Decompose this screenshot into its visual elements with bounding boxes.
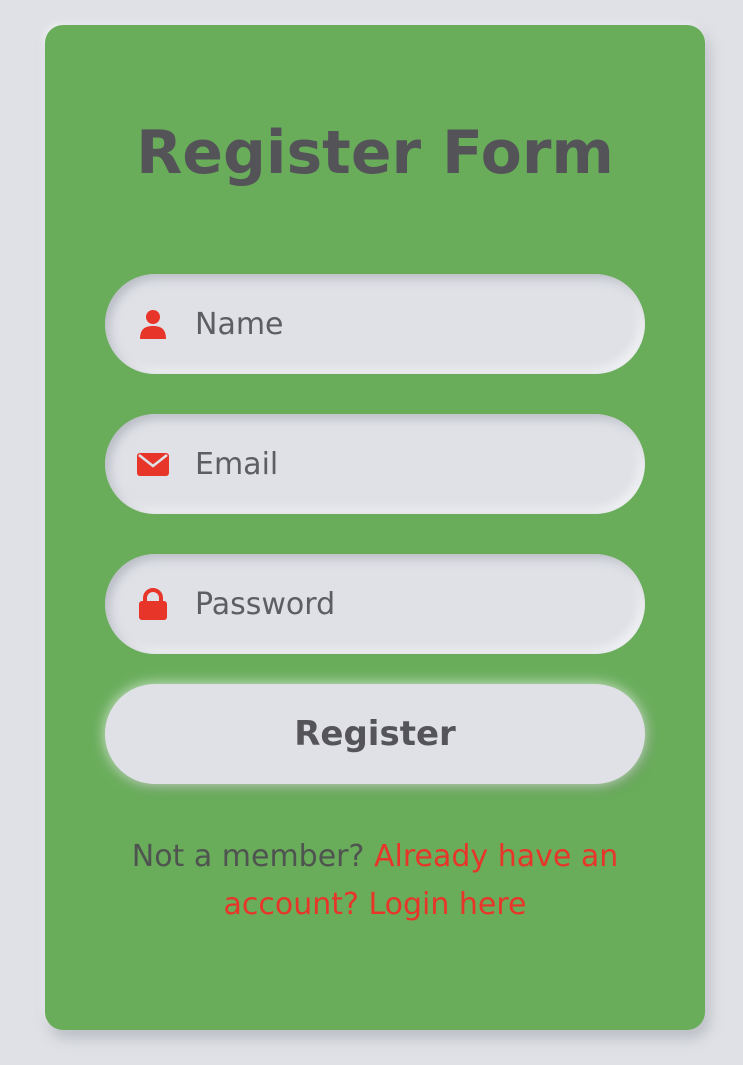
envelope-icon — [137, 453, 169, 476]
password-field[interactable] — [105, 554, 645, 654]
email-input[interactable] — [195, 414, 615, 514]
form-title: Register Form — [136, 118, 614, 188]
login-prompt: Not a member? Already have an account? L… — [95, 833, 655, 929]
name-input[interactable] — [195, 274, 615, 374]
password-input[interactable] — [195, 554, 615, 654]
register-button[interactable]: Register — [105, 684, 645, 784]
user-icon — [140, 310, 166, 339]
email-field[interactable] — [105, 414, 645, 514]
lock-icon — [139, 588, 167, 620]
name-field[interactable] — [105, 274, 645, 374]
register-card: Register Form Register Not a member? Alr… — [45, 25, 705, 1030]
footer-prompt-text: Not a member? — [131, 839, 365, 874]
